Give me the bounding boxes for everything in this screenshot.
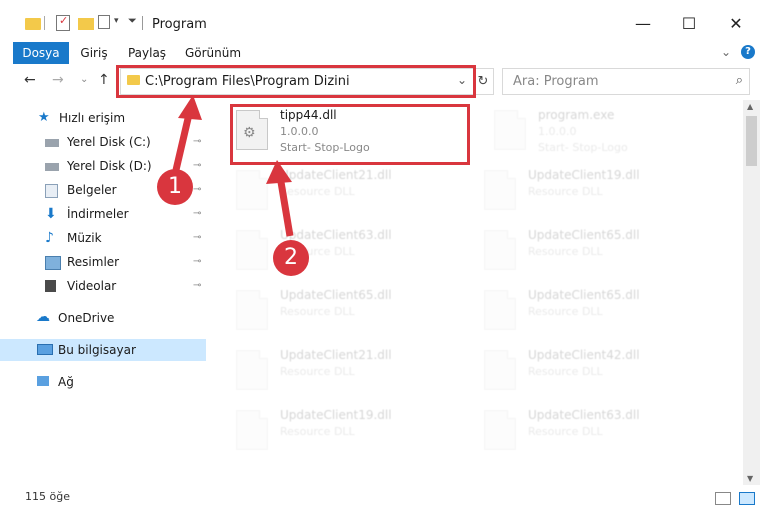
annotation-arrows — [172, 95, 294, 237]
arrow-2-head — [266, 160, 292, 184]
arrow-1-head — [178, 95, 202, 120]
annotation-label-1: 1 — [157, 169, 193, 205]
arrow-2-shaft — [276, 175, 294, 237]
explorer-window: ✓ ▾ ⏷ Program — ☐ ✕ Dosya Giriş Paylaş G… — [0, 0, 769, 522]
arrow-1-shaft — [172, 109, 194, 171]
annotation-label-2: 2 — [273, 240, 309, 276]
